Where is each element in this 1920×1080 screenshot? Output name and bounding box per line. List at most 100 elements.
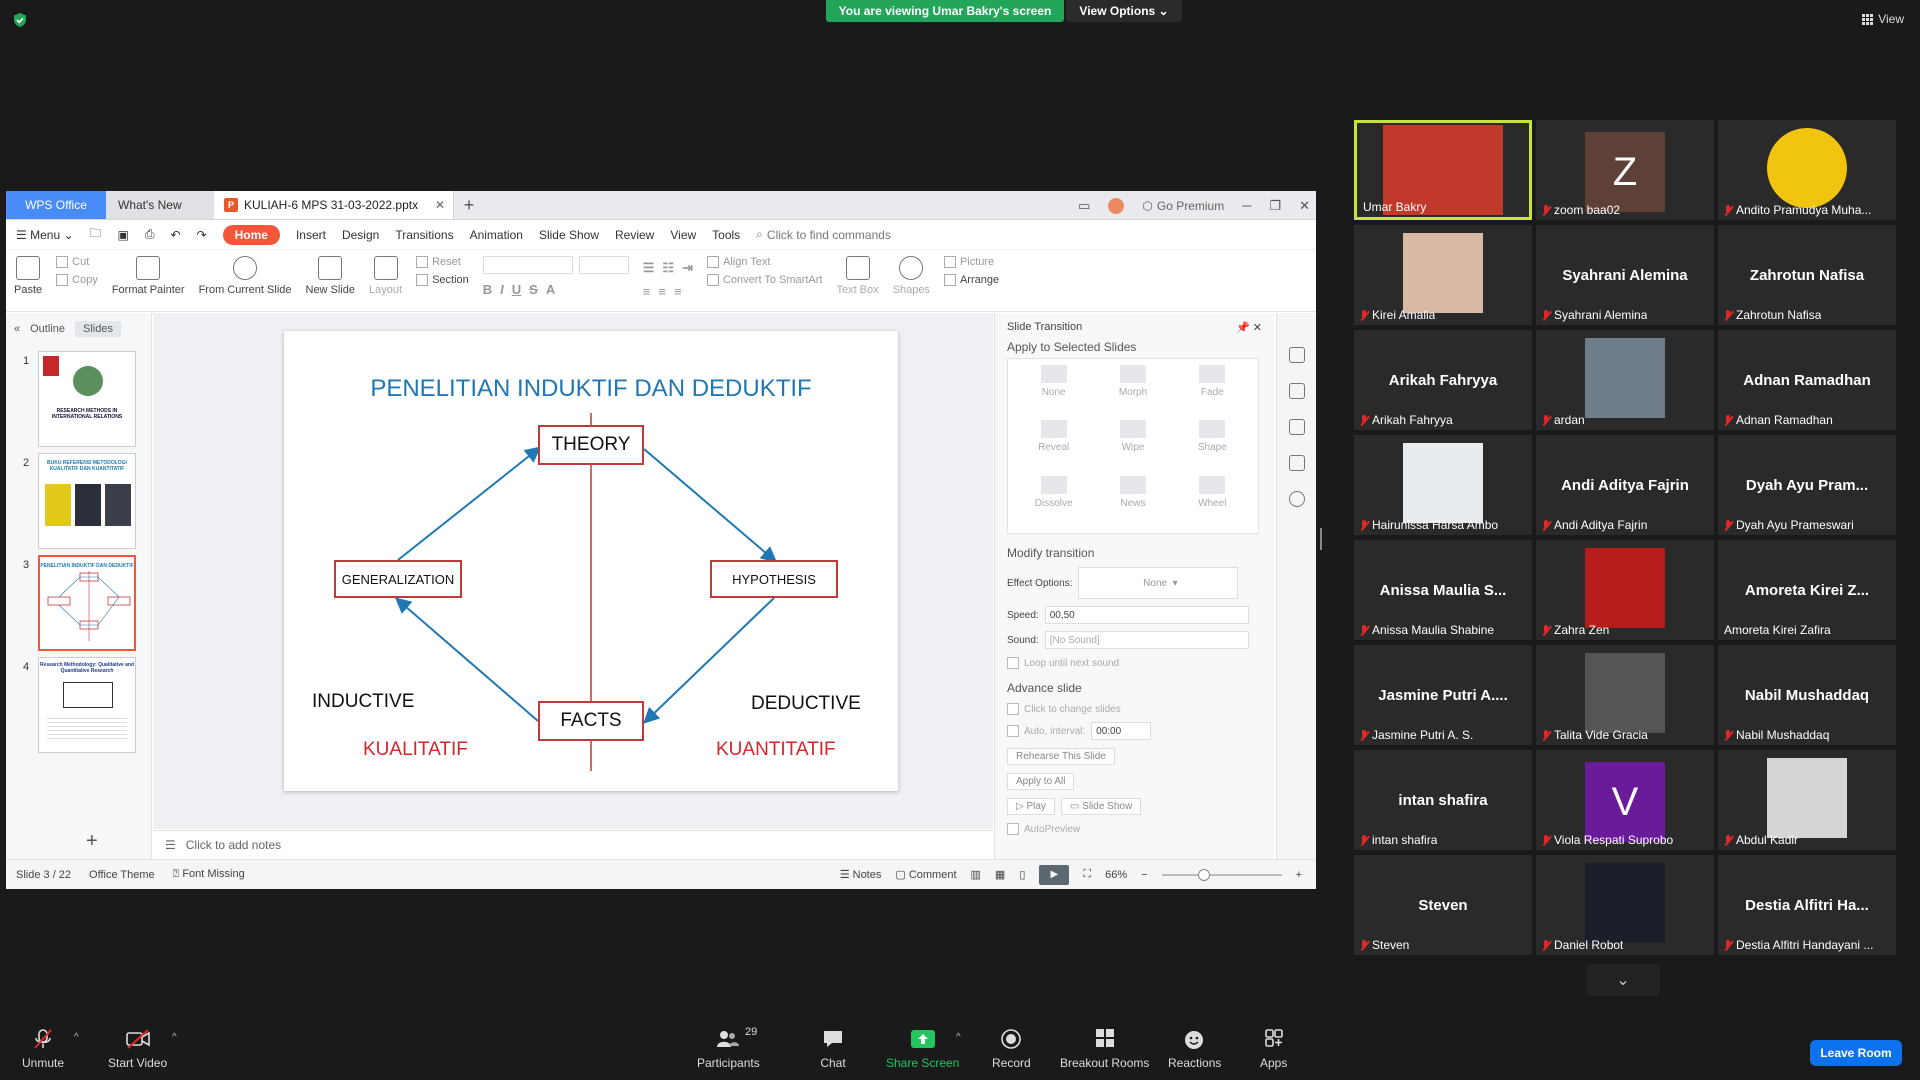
- sorter-view-icon[interactable]: ▦: [995, 868, 1005, 881]
- tab-whats-new[interactable]: What's New: [106, 191, 214, 219]
- help-icon[interactable]: [1288, 491, 1305, 507]
- open-icon[interactable]: 🗀: [90, 224, 102, 245]
- notes-bar[interactable]: ☰ Click to add notes: [153, 830, 993, 859]
- account-avatar[interactable]: [1108, 197, 1125, 214]
- redo-icon[interactable]: ↷: [197, 228, 207, 242]
- participant-tile[interactable]: Andi Aditya Fajrin Andi Aditya Fajrin: [1536, 435, 1714, 535]
- go-premium-button[interactable]: ⬡ Go Premium: [1142, 199, 1224, 213]
- zoom-in-icon[interactable]: +: [1296, 869, 1302, 881]
- participant-tile[interactable]: Zahra Zen: [1536, 540, 1714, 640]
- participant-tile[interactable]: Talita Vide Gracia: [1536, 645, 1714, 745]
- tab-pptx-file[interactable]: P KULIAH-6 MPS 31-03-2022.pptx ✕: [214, 191, 454, 219]
- participant-tile[interactable]: Arikah Fahryya Arikah Fahryya: [1354, 330, 1532, 430]
- collapse-pane-icon[interactable]: «: [14, 323, 20, 335]
- save-icon[interactable]: ▣: [118, 228, 129, 242]
- align-text-button[interactable]: Align Text: [707, 256, 822, 268]
- participant-tile[interactable]: Daniel Robot: [1536, 855, 1714, 955]
- convert-smartart-button[interactable]: Convert To SmartArt: [707, 274, 822, 286]
- tab-transitions[interactable]: Transitions: [395, 228, 453, 242]
- new-slide-button[interactable]: New Slide: [306, 256, 355, 296]
- history-icon[interactable]: [1288, 455, 1305, 471]
- effect-reveal[interactable]: Reveal: [1014, 420, 1093, 471]
- participant-tile[interactable]: Syahrani Alemina Syahrani Alemina: [1536, 225, 1714, 325]
- strikethrough-icon[interactable]: S: [529, 282, 538, 297]
- slide-thumbnail-selected[interactable]: PENELITIAN INDUKTIF DAN DEDUKTIF: [38, 555, 136, 651]
- apps-button[interactable]: Apps: [1260, 1028, 1287, 1070]
- tab-design[interactable]: Design: [342, 228, 379, 242]
- minimize-icon[interactable]: ─: [1242, 198, 1251, 213]
- participant-tile[interactable]: Steven Steven: [1354, 855, 1532, 955]
- bold-icon[interactable]: B: [483, 282, 492, 297]
- effect-shape[interactable]: Shape: [1173, 420, 1252, 471]
- slide-3[interactable]: PENELITIAN INDUKTIF DAN DEDUKTIF THEORY …: [284, 331, 898, 791]
- share-screen-button[interactable]: Share Screen: [886, 1028, 959, 1070]
- text-box-button[interactable]: Text Box: [836, 256, 879, 296]
- from-current-slide-button[interactable]: From Current Slide: [199, 256, 292, 296]
- tab-wps-office[interactable]: WPS Office: [6, 191, 106, 219]
- tab-animation[interactable]: Animation: [470, 228, 523, 242]
- participant-tile[interactable]: Dyah Ayu Pram... Dyah Ayu Prameswari: [1718, 435, 1896, 535]
- autopreview-checkbox[interactable]: AutoPreview: [1007, 823, 1262, 835]
- play-button[interactable]: ▷ Play: [1007, 798, 1055, 815]
- audio-options-caret[interactable]: ^: [74, 1032, 79, 1043]
- arrange-button[interactable]: Arrange: [944, 274, 999, 286]
- tab-slide-show[interactable]: Slide Show: [539, 228, 599, 242]
- align-center-icon[interactable]: ≡: [658, 284, 666, 299]
- slide-thumbnail[interactable]: Research Methodology: Qualitative and Qu…: [38, 657, 136, 753]
- cut-button[interactable]: Cut: [56, 256, 98, 268]
- paste-button[interactable]: Paste: [14, 256, 42, 296]
- unmute-button[interactable]: Unmute: [22, 1028, 64, 1070]
- copy-button[interactable]: Copy: [56, 274, 98, 286]
- undo-icon[interactable]: ↶: [170, 228, 180, 242]
- participant-tile[interactable]: Nabil Mushaddaq Nabil Mushaddaq: [1718, 645, 1896, 745]
- slide-thumb-3[interactable]: 3 PENELITIAN INDUKTIF DAN DEDUKTIF: [6, 555, 151, 651]
- new-tab-button[interactable]: +: [454, 191, 484, 219]
- participant-tile[interactable]: V Viola Respati Suprobo: [1536, 750, 1714, 850]
- comment-toggle[interactable]: ▢ Comment: [895, 868, 956, 881]
- font-missing-button[interactable]: ⍰ Font Missing: [173, 868, 245, 881]
- menu-button[interactable]: ☰ Menu ⌄: [16, 228, 74, 242]
- slide-thumb-4[interactable]: 4 Research Methodology: Qualitative and …: [6, 657, 151, 753]
- panel-close-icon[interactable]: 📌 ✕: [1236, 321, 1262, 334]
- participant-tile[interactable]: Hairunissa Harsa Ambo: [1354, 435, 1532, 535]
- click-change-checkbox[interactable]: Click to change slides: [1007, 703, 1262, 715]
- tab-review[interactable]: Review: [615, 228, 654, 242]
- sound-select[interactable]: [No Sound]: [1044, 631, 1249, 649]
- slide-thumbnail[interactable]: BUKU REFERENSI METODOLOGI KUALITATIF DAN…: [38, 453, 136, 549]
- chat-button[interactable]: Chat: [820, 1028, 846, 1070]
- participant-tile[interactable]: Destia Alfitri Ha... Destia Alfitri Handa…: [1718, 855, 1896, 955]
- tab-home[interactable]: Home: [222, 224, 280, 245]
- interval-input[interactable]: 00:00: [1091, 722, 1152, 740]
- reading-view-icon[interactable]: ▯: [1019, 868, 1025, 881]
- participant-tile[interactable]: Adnan Ramadhan Adnan Ramadhan: [1718, 330, 1896, 430]
- rehearse-button[interactable]: Rehearse This Slide: [1007, 748, 1115, 765]
- participant-tile[interactable]: Jasmine Putri A.... Jasmine Putri A. S.: [1354, 645, 1532, 745]
- shapes-button[interactable]: Shapes: [893, 256, 930, 296]
- properties-icon[interactable]: [1288, 419, 1305, 435]
- apply-all-button[interactable]: Apply to All: [1007, 773, 1075, 790]
- font-size-select[interactable]: [578, 256, 629, 274]
- transition-pane-icon[interactable]: [1288, 347, 1305, 363]
- picture-button[interactable]: Picture: [944, 256, 999, 268]
- participant-tile[interactable]: Umar Bakry: [1354, 120, 1532, 220]
- slideshow-play-button[interactable]: ▶: [1039, 864, 1070, 885]
- split-resize-handle[interactable]: [1320, 528, 1322, 550]
- close-window-icon[interactable]: ✕: [1299, 198, 1310, 214]
- participant-tile[interactable]: Kirei Amalia: [1354, 225, 1532, 325]
- effect-dissolve[interactable]: Dissolve: [1014, 475, 1093, 527]
- effect-wheel[interactable]: Wheel: [1173, 475, 1252, 527]
- format-painter-button[interactable]: Format Painter: [112, 256, 185, 296]
- gallery-next-page-button[interactable]: ⌄: [1586, 964, 1660, 996]
- participant-tile[interactable]: Andito Pramudya Muha...: [1718, 120, 1896, 220]
- close-tab-icon[interactable]: ✕: [435, 198, 445, 212]
- bullets-icon[interactable]: ☰: [643, 260, 655, 276]
- reactions-button[interactable]: Reactions: [1168, 1028, 1221, 1070]
- find-commands[interactable]: ⌕ Click to find commands: [756, 227, 891, 242]
- numbering-icon[interactable]: ☷: [662, 260, 674, 276]
- record-button[interactable]: Record: [992, 1028, 1031, 1070]
- slide-show-button[interactable]: ▭ Slide Show: [1060, 798, 1142, 815]
- fit-icon[interactable]: ⛶: [1083, 868, 1091, 881]
- underline-icon[interactable]: U: [512, 282, 521, 297]
- breakout-rooms-button[interactable]: Breakout Rooms: [1060, 1028, 1149, 1070]
- add-slide-button[interactable]: +: [86, 830, 98, 853]
